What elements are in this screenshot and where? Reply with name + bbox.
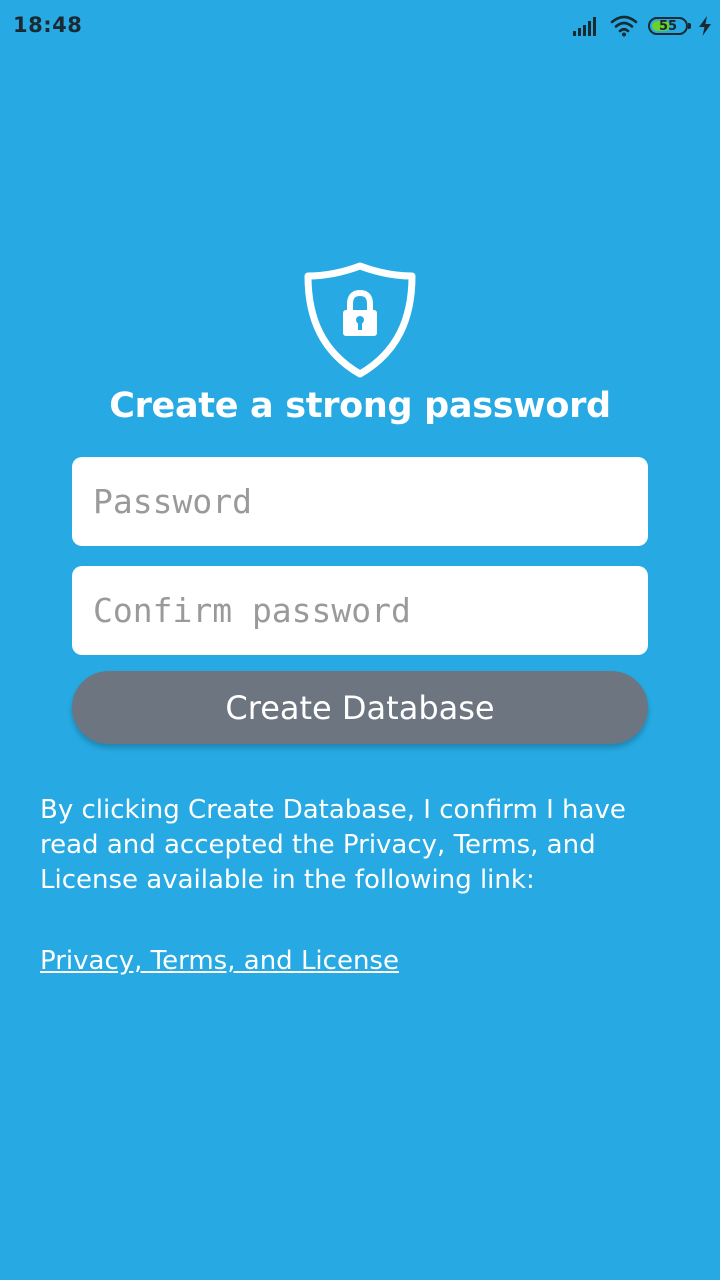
create-database-button[interactable]: Create Database (72, 671, 648, 744)
status-bar: 18:48 55 (0, 0, 720, 52)
status-time: 18:48 (13, 13, 83, 37)
page-title: Create a strong password (109, 386, 611, 426)
confirm-password-field[interactable] (72, 566, 648, 655)
signal-icon (573, 17, 596, 36)
confirm-password-input[interactable] (93, 591, 648, 630)
charging-icon (699, 16, 711, 36)
battery-level: 55 (658, 18, 678, 34)
shield-lock-icon (304, 262, 416, 378)
status-icons: 55 (572, 13, 712, 39)
password-input[interactable] (93, 482, 648, 521)
battery-icon: 55 (648, 17, 691, 35)
wifi-icon (610, 15, 638, 37)
privacy-terms-license-link[interactable]: Privacy, Terms, and License (40, 944, 399, 979)
password-field[interactable] (72, 457, 648, 546)
legal-disclaimer: By clicking Create Database, I confirm I… (40, 795, 626, 895)
